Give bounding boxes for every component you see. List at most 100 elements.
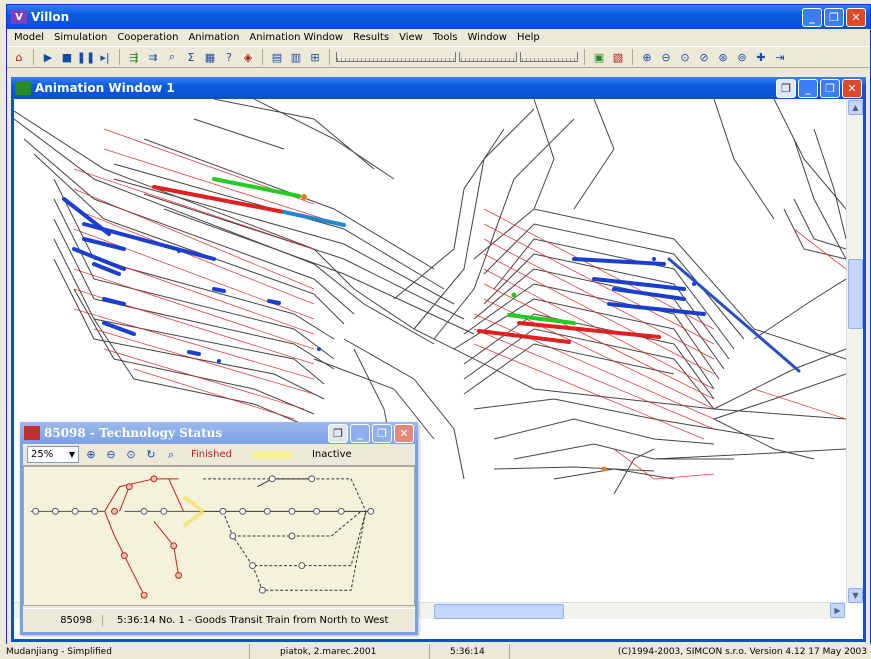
graph-edge-running: [182, 509, 205, 528]
zoom-window-icon[interactable]: ⊚: [734, 49, 750, 65]
anim-maximize-button[interactable]: ❐: [820, 78, 840, 98]
zoom-out-icon[interactable]: ⊖: [103, 447, 119, 463]
minimize-button[interactable]: _: [802, 7, 822, 27]
tech-minimize-button[interactable]: _: [350, 423, 370, 443]
stop-icon[interactable]: ■: [59, 49, 75, 65]
menu-animation-window[interactable]: Animation Window: [244, 32, 348, 43]
zoom-select[interactable]: 25% ▼: [27, 446, 79, 463]
technology-graph[interactable]: [23, 466, 415, 606]
chart-icon[interactable]: ▧: [610, 49, 626, 65]
anim-minimize-button[interactable]: _: [798, 78, 818, 98]
zoom-fit-icon[interactable]: ⊙: [677, 49, 693, 65]
menu-cooperation[interactable]: Cooperation: [112, 32, 183, 43]
menu-model[interactable]: Model: [9, 32, 49, 43]
graph-node-finished: [125, 483, 133, 491]
menu-animation[interactable]: Animation: [183, 32, 244, 43]
speed-slider[interactable]: [336, 52, 456, 62]
menu-simulation[interactable]: Simulation: [49, 32, 112, 43]
track-line: [753, 278, 846, 340]
arrow-icon[interactable]: ⇥: [772, 49, 788, 65]
track-line: [33, 153, 345, 325]
tech-close-button[interactable]: ✕: [394, 423, 414, 443]
tree-icon[interactable]: ⊞: [307, 49, 323, 65]
maximize-button[interactable]: ❐: [824, 7, 844, 27]
layers-icon[interactable]: ▥: [288, 49, 304, 65]
step-slider[interactable]: [520, 52, 578, 62]
track-line: [113, 178, 455, 305]
play-icon[interactable]: ▶: [40, 49, 56, 65]
menu-view[interactable]: View: [394, 32, 428, 43]
track-line: [483, 253, 730, 360]
toolbar-separator: [262, 49, 263, 65]
tech-restore-button[interactable]: ❐: [328, 423, 348, 443]
scroll-down-icon[interactable]: ▼: [848, 588, 863, 603]
animation-titlebar[interactable]: Animation Window 1 ❐ _ ❐ ✕: [11, 77, 866, 99]
pause-icon[interactable]: ❚❚: [77, 49, 95, 65]
close-button[interactable]: ✕: [846, 7, 866, 27]
menu-window[interactable]: Window: [463, 32, 512, 43]
map-icon[interactable]: ▤: [269, 49, 285, 65]
graph-node: [249, 562, 256, 570]
step-icon[interactable]: ▸|: [97, 49, 113, 65]
graph-node: [32, 507, 40, 515]
train-blue: [592, 277, 686, 291]
help-arrow-icon[interactable]: ?: [221, 49, 237, 65]
chevron-down-icon[interactable]: ▼: [66, 450, 78, 459]
zoom-out-icon[interactable]: ⊖: [658, 49, 674, 65]
toolbar-separator: [33, 49, 34, 65]
scroll-right-icon[interactable]: ▶: [830, 603, 845, 618]
compass-icon[interactable]: ◈: [240, 49, 256, 65]
main-titlebar[interactable]: V Villon _ ❐ ✕: [7, 5, 870, 29]
book-icon[interactable]: ▣: [591, 49, 607, 65]
train-dot: [217, 359, 221, 363]
zoom-fit-icon[interactable]: ⊙: [123, 447, 139, 463]
tech-titlebar[interactable]: 85098 - Technology Status ❐ _ ❐ ✕: [20, 422, 418, 444]
track-line: [393, 128, 505, 300]
train-icon[interactable]: ⇶: [126, 49, 142, 65]
menu-tools[interactable]: Tools: [428, 32, 463, 43]
pan-icon[interactable]: ✚: [753, 49, 769, 65]
graph-edge-running: [182, 494, 205, 513]
menu-results[interactable]: Results: [348, 32, 394, 43]
track-line: [713, 348, 846, 410]
train-green: [212, 177, 301, 198]
occupied-track: [753, 388, 846, 420]
sum-icon[interactable]: Σ: [183, 49, 199, 65]
find-icon[interactable]: ⌕: [163, 447, 179, 463]
anim-close-button[interactable]: ✕: [842, 78, 862, 98]
train-dot: [511, 292, 517, 298]
trains-icon[interactable]: ⇉: [145, 49, 161, 65]
zoom-area-icon[interactable]: ⌕: [164, 49, 180, 65]
train-dot: [601, 466, 607, 472]
occupied-track: [73, 308, 315, 380]
menu-help[interactable]: Help: [512, 32, 545, 43]
train-blue: [102, 321, 136, 336]
scroll-up-icon[interactable]: ▲: [848, 100, 863, 115]
zoom-prev-icon[interactable]: ⊘: [696, 49, 712, 65]
graph-node: [51, 507, 59, 515]
graph-edge: [104, 478, 179, 512]
vertical-scrollbar[interactable]: ▲ ▼: [846, 99, 863, 604]
refresh-icon[interactable]: ↻: [143, 447, 159, 463]
menu-bar: Model Simulation Cooperation Animation A…: [7, 29, 870, 46]
track-line: [493, 466, 655, 472]
grid-icon[interactable]: ▦: [202, 49, 218, 65]
restore-child-button[interactable]: ❐: [776, 78, 796, 98]
tech-maximize-button[interactable]: ❐: [372, 423, 392, 443]
vertical-scroll-thumb[interactable]: [848, 259, 863, 329]
horizontal-scroll-thumb[interactable]: [434, 604, 564, 619]
train-blue-diagonal: [667, 257, 801, 373]
train-blue: [212, 287, 226, 293]
villon-logo-icon: V: [11, 10, 27, 24]
delay-slider[interactable]: [459, 52, 517, 62]
zoom-in-icon[interactable]: ⊕: [83, 447, 99, 463]
track-line: [463, 313, 715, 400]
legend-running-swatch: [251, 450, 292, 459]
occupied-track: [483, 253, 715, 375]
track-line: [653, 448, 846, 460]
zoom-next-icon[interactable]: ⊛: [715, 49, 731, 65]
home-icon[interactable]: ⌂: [11, 49, 27, 65]
graph-node: [258, 586, 266, 594]
zoom-in-icon[interactable]: ⊕: [639, 49, 655, 65]
toolbar-separator: [632, 49, 633, 65]
